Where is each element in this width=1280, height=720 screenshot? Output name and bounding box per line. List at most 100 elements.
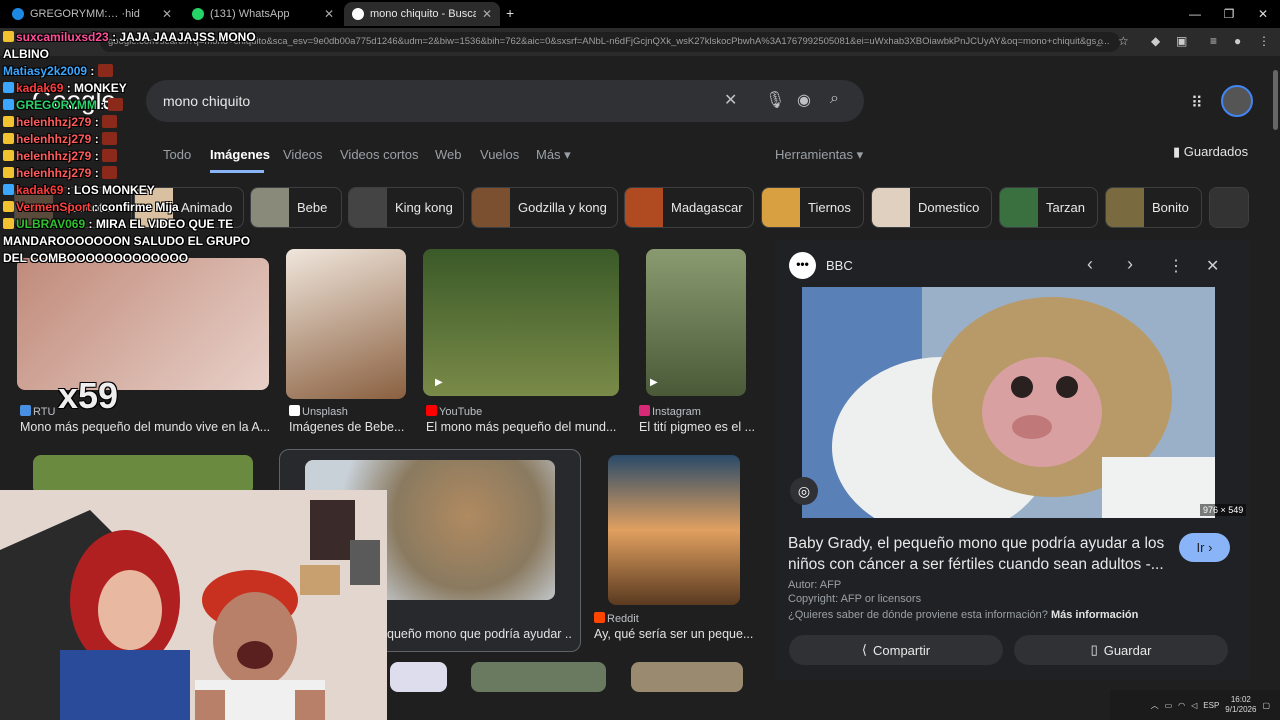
- emote-icon: [102, 149, 118, 162]
- image-dimensions: 976 × 549: [1200, 504, 1247, 516]
- new-tab-button[interactable]: +: [506, 5, 514, 21]
- result-caption[interactable]: El tití pigmeo es el ...: [639, 420, 759, 434]
- chat-message: helenhhzj279 :: [3, 131, 263, 148]
- result-image-rtu[interactable]: [17, 258, 269, 390]
- avatar[interactable]: [1221, 85, 1253, 117]
- close-panel-icon[interactable]: ✕: [1206, 256, 1219, 276]
- lens-search-icon[interactable]: ◎: [790, 477, 818, 505]
- tab-web[interactable]: Web: [435, 147, 462, 162]
- save-button[interactable]: ▯ Guardar: [1014, 635, 1228, 665]
- page-scrollbar[interactable]: [1271, 56, 1280, 690]
- chip-king-kong[interactable]: King kong: [348, 187, 464, 228]
- search-icon[interactable]: ⌕: [830, 90, 839, 108]
- result-caption[interactable]: Mono más pequeño del mundo vive en la A.…: [20, 420, 270, 434]
- chip-bonito[interactable]: Bonito: [1105, 187, 1202, 228]
- chevron-up-icon[interactable]: ︿: [1151, 700, 1159, 711]
- notification-icon[interactable]: ▢: [1262, 701, 1270, 710]
- tab-videos-cortos[interactable]: Videos cortos: [340, 147, 419, 162]
- chip-tarzan[interactable]: Tarzan: [999, 187, 1098, 228]
- preview-image[interactable]: [802, 287, 1215, 518]
- chat-message: helenhhzj279 :: [3, 165, 263, 182]
- close-icon[interactable]: ✕: [162, 7, 172, 21]
- close-icon[interactable]: ✕: [324, 7, 334, 21]
- media-icon[interactable]: ≡: [1210, 34, 1217, 48]
- result-image-instagram[interactable]: ▶: [646, 249, 746, 396]
- emote-icon: [97, 64, 113, 77]
- chip-tiernos[interactable]: Tiernos: [761, 187, 864, 228]
- result-image[interactable]: [631, 662, 743, 692]
- bookmark-star-icon[interactable]: ☆: [1118, 34, 1129, 48]
- chip-more[interactable]: [1209, 187, 1249, 228]
- chat-message: suxcamiluxsd23 : JAJA JAAJAJSS MONO ALBI…: [3, 30, 256, 61]
- emote-icon: [102, 166, 118, 179]
- go-button[interactable]: Ir ›: [1179, 533, 1230, 562]
- result-caption[interactable]: El mono más pequeño del mund...: [426, 420, 616, 434]
- close-icon[interactable]: ✕: [482, 7, 492, 21]
- tab-google-search[interactable]: mono chiquito - Buscar con Go ✕: [344, 2, 500, 26]
- chat-message: helenhhzj279 :: [3, 148, 263, 165]
- chip-domestico[interactable]: Domestico: [871, 187, 992, 228]
- chip-godzilla-y-kong[interactable]: Godzilla y kong: [471, 187, 618, 228]
- scrollbar-thumb[interactable]: [1273, 70, 1278, 130]
- chat-message: ULBRAV069 : MIRA EL VIDEO QUE TE MANDARO…: [3, 217, 251, 265]
- origin-question: ¿Quieres saber de dónde proviene esta in…: [788, 609, 1139, 621]
- baby-monkey-image: [802, 287, 1215, 518]
- webcam-image: [0, 490, 387, 720]
- tab-whatsapp[interactable]: (131) WhatsApp ✕: [184, 2, 342, 26]
- site-name[interactable]: BBC: [826, 258, 853, 273]
- clock[interactable]: 16:02 9/1/2026: [1225, 695, 1256, 715]
- share-button[interactable]: ⟨ Compartir: [789, 635, 1003, 665]
- result-image[interactable]: [33, 455, 253, 495]
- tab-vuelos[interactable]: Vuelos: [480, 147, 519, 162]
- result-image-reddit[interactable]: [608, 455, 740, 605]
- next-icon[interactable]: ›: [1127, 254, 1133, 275]
- whatsapp-icon: [192, 8, 204, 20]
- tab-stream[interactable]: GREGORYMM:… ·hid ✕: [4, 2, 180, 26]
- preview-title[interactable]: Baby Grady, el pequeño mono que podría a…: [788, 533, 1168, 575]
- puzzle-icon[interactable]: ▣: [1176, 34, 1187, 48]
- wifi-icon[interactable]: ◠: [1178, 701, 1185, 710]
- zoom-icon[interactable]: ⌕: [1097, 34, 1104, 49]
- language-indicator[interactable]: ESP: [1203, 701, 1219, 710]
- result-source: Unsplash: [289, 405, 348, 418]
- chip-bebe[interactable]: Bebe: [250, 187, 342, 228]
- stream-chat: suxcamiluxsd23 : JAJA JAAJAJSS MONO ALBI…: [3, 29, 263, 267]
- profile-icon[interactable]: ●: [1234, 34, 1241, 48]
- clear-icon[interactable]: ✕: [724, 90, 737, 110]
- lens-icon[interactable]: ◉: [797, 90, 811, 110]
- mic-icon[interactable]: 🎙: [765, 90, 785, 110]
- result-caption[interactable]: Imágenes de Bebe...: [289, 420, 414, 434]
- result-image-youtube[interactable]: ▶: [423, 249, 619, 396]
- emote-icon: [102, 132, 118, 145]
- result-caption[interactable]: Ay, qué sería ser un peque...: [594, 627, 759, 641]
- bookmark-icon: ▯: [1090, 642, 1098, 657]
- apps-grid-icon[interactable]: ⠿: [1191, 93, 1203, 113]
- emote-icon: [107, 98, 123, 111]
- more-options-icon[interactable]: ⋮: [1168, 256, 1184, 276]
- more-info-link[interactable]: Más información: [1051, 609, 1138, 621]
- result-caption[interactable]: queño mono que podría ayudar ...: [387, 627, 572, 641]
- minimize-icon[interactable]: —: [1178, 0, 1212, 28]
- result-source: YouTube: [426, 405, 482, 418]
- chip-madagascar[interactable]: Madagascar: [624, 187, 754, 228]
- tools-menu[interactable]: Herramientas ▾: [775, 147, 863, 163]
- extension-icon[interactable]: ◆: [1151, 34, 1160, 48]
- window-close-icon[interactable]: ✕: [1246, 0, 1280, 28]
- volume-icon[interactable]: ◁: [1191, 701, 1197, 710]
- chat-message: kadak69 : MONKEY: [3, 80, 263, 97]
- webcam-overlay: [0, 490, 387, 720]
- saved-link[interactable]: ▮ Guardados: [1173, 144, 1248, 160]
- result-image[interactable]: [471, 662, 606, 692]
- prev-icon[interactable]: ‹: [1087, 254, 1093, 275]
- result-image-unsplash[interactable]: [286, 249, 406, 399]
- menu-dots-icon[interactable]: ⋮: [1258, 34, 1270, 48]
- chat-message: GREGORYMM :: [3, 97, 263, 114]
- tab-videos[interactable]: Videos: [283, 147, 323, 162]
- battery-icon[interactable]: ▭: [1165, 701, 1173, 710]
- site-logo-icon: •••: [789, 252, 816, 279]
- chat-message: Matiasy2k2009 :: [3, 63, 263, 80]
- result-image[interactable]: [390, 662, 447, 692]
- restore-icon[interactable]: ❐: [1212, 0, 1246, 28]
- tab-mas[interactable]: Más ▾: [536, 147, 571, 163]
- chat-message: VermenSport : confirme Mija: [3, 199, 263, 216]
